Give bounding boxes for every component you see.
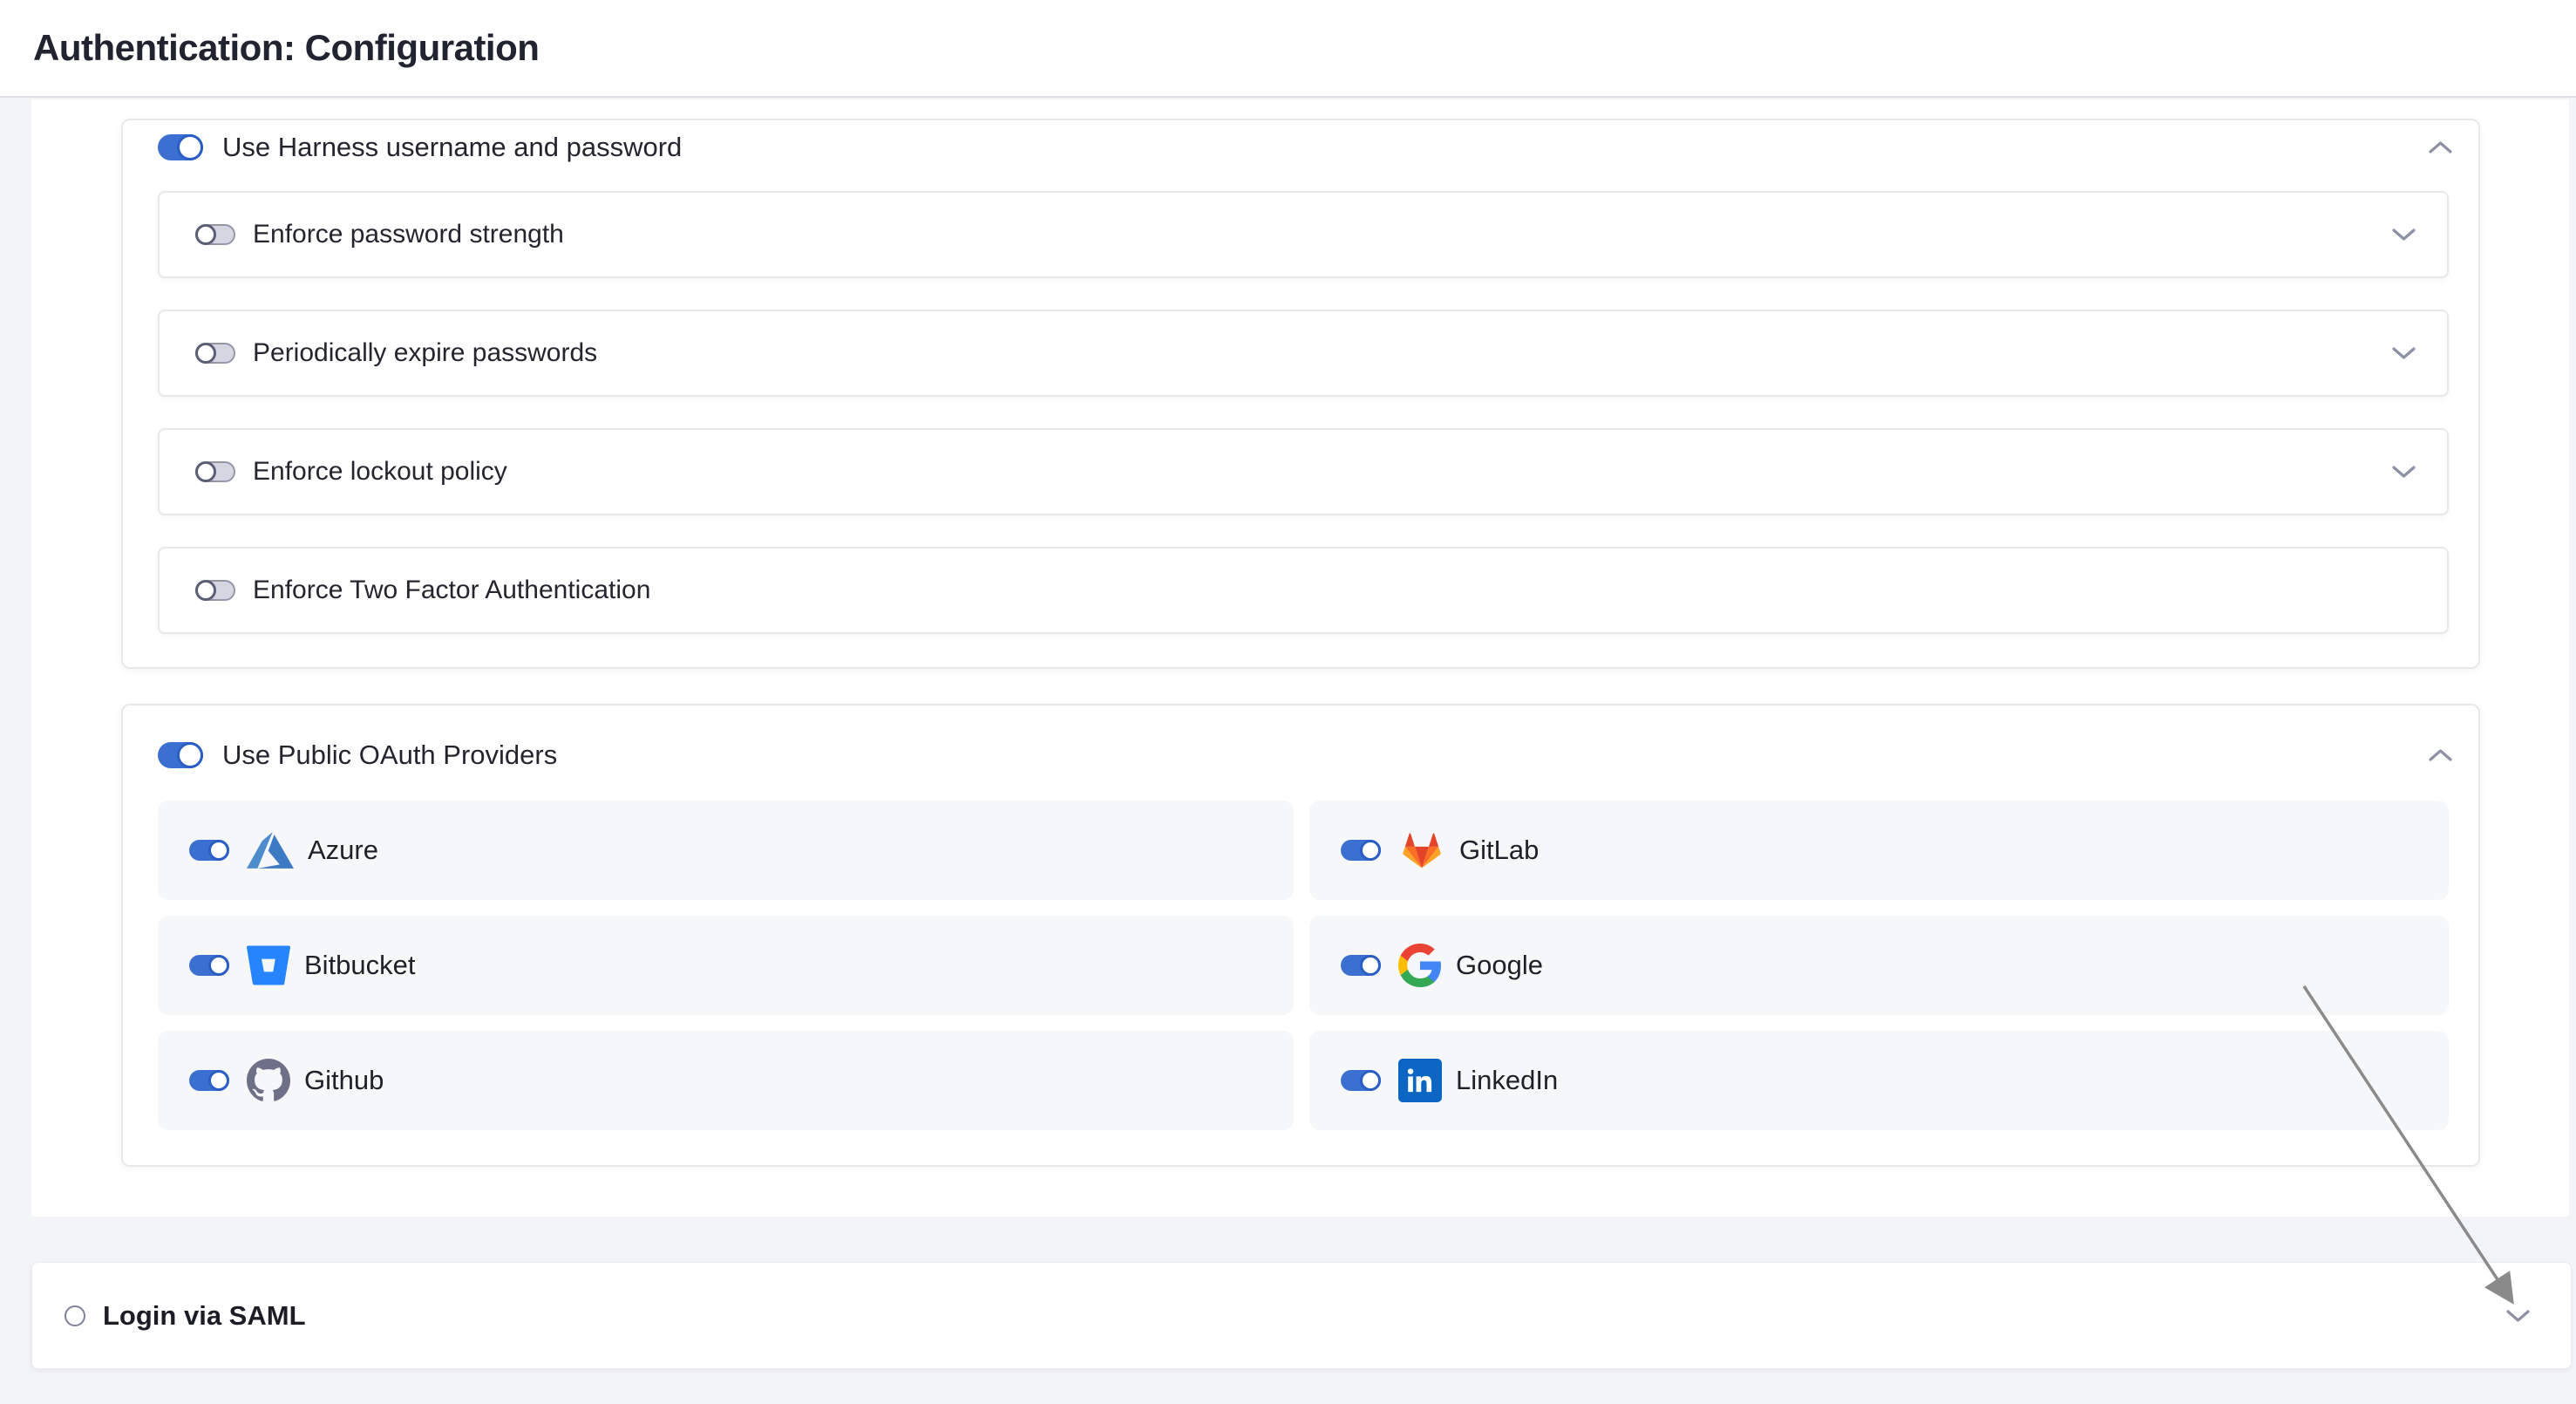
toggle-knob bbox=[177, 134, 203, 160]
auth-settings-container: Use Harness username and password Enforc… bbox=[31, 99, 2569, 1217]
password-rule-row: Enforce password strength bbox=[158, 191, 2449, 278]
toggle-knob bbox=[195, 461, 216, 482]
rule-label: Enforce password strength bbox=[253, 220, 564, 249]
gitlab-icon bbox=[1398, 828, 1445, 873]
toggle-knob bbox=[208, 840, 229, 861]
oauth-grid: Azure Bitbucket Github GitLab Google LinkedIn bbox=[158, 801, 2449, 1130]
saml-login-card: Login via SAML bbox=[31, 1262, 2572, 1369]
toggle-knob bbox=[1360, 955, 1381, 976]
rule-label: Periodically expire passwords bbox=[253, 338, 597, 368]
rule-toggle[interactable] bbox=[195, 461, 235, 482]
provider-toggle[interactable] bbox=[189, 840, 229, 861]
toggle-knob bbox=[195, 224, 216, 245]
provider-label: LinkedIn bbox=[1456, 1065, 1558, 1096]
oauth-provider-tile: LinkedIn bbox=[1309, 1031, 2449, 1130]
page-title: Authentication: Configuration bbox=[33, 27, 539, 69]
section-label: Use Harness username and password bbox=[222, 132, 682, 163]
toggle-knob bbox=[195, 343, 216, 364]
google-icon bbox=[1398, 944, 1442, 987]
provider-label: Bitbucket bbox=[304, 950, 416, 981]
chevron-down-icon[interactable] bbox=[2392, 465, 2416, 479]
oauth-provider-tile: Bitbucket bbox=[158, 916, 1294, 1015]
password-rule-row: Enforce lockout policy bbox=[158, 428, 2449, 515]
section-username-password: Use Harness username and password Enforc… bbox=[121, 119, 2480, 669]
toggle-knob bbox=[195, 580, 216, 601]
oauth-provider-tile: Azure bbox=[158, 801, 1294, 900]
rule-label: Enforce Two Factor Authentication bbox=[253, 576, 650, 605]
toggle-knob bbox=[208, 955, 229, 976]
toggle-knob bbox=[177, 742, 203, 768]
chevron-up-icon[interactable] bbox=[2429, 140, 2452, 154]
rule-label: Enforce lockout policy bbox=[253, 457, 507, 487]
chevron-up-icon[interactable] bbox=[2429, 748, 2452, 762]
linkedin-icon bbox=[1398, 1059, 1442, 1102]
provider-label: GitLab bbox=[1459, 835, 1539, 866]
section-oauth-header: Use Public OAuth Providers bbox=[158, 740, 2452, 770]
provider-toggle[interactable] bbox=[189, 955, 229, 976]
chevron-down-icon[interactable] bbox=[2506, 1309, 2530, 1323]
provider-label: Azure bbox=[308, 835, 378, 866]
rule-toggle[interactable] bbox=[195, 580, 235, 601]
provider-toggle[interactable] bbox=[1341, 1070, 1381, 1091]
provider-label: Github bbox=[304, 1065, 384, 1096]
toggle-knob bbox=[1360, 840, 1381, 861]
saml-radio-button[interactable] bbox=[65, 1305, 85, 1326]
authentication-configuration-page: Authentication: Configuration Use Harnes… bbox=[0, 0, 2576, 1404]
github-icon bbox=[247, 1059, 290, 1102]
chevron-down-icon[interactable] bbox=[2392, 346, 2416, 360]
section-username-password-header: Use Harness username and password bbox=[158, 133, 2452, 162]
toggle-knob bbox=[1360, 1070, 1381, 1091]
password-rule-row: Periodically expire passwords bbox=[158, 310, 2449, 397]
page-header: Authentication: Configuration bbox=[0, 0, 2576, 98]
chevron-down-icon[interactable] bbox=[2392, 228, 2416, 242]
rule-toggle[interactable] bbox=[195, 224, 235, 245]
saml-label: Login via SAML bbox=[103, 1300, 306, 1332]
oauth-provider-tile: Google bbox=[1309, 916, 2449, 1015]
toggle-knob bbox=[208, 1070, 229, 1091]
oauth-providers-toggle[interactable] bbox=[158, 742, 203, 768]
provider-toggle[interactable] bbox=[1341, 955, 1381, 976]
bitbucket-icon bbox=[247, 944, 290, 987]
rule-toggle[interactable] bbox=[195, 343, 235, 364]
provider-toggle[interactable] bbox=[1341, 840, 1381, 861]
azure-icon bbox=[247, 827, 294, 874]
provider-toggle[interactable] bbox=[189, 1070, 229, 1091]
username-password-toggle[interactable] bbox=[158, 134, 203, 160]
section-label: Use Public OAuth Providers bbox=[222, 739, 557, 771]
provider-label: Google bbox=[1456, 950, 1543, 981]
oauth-provider-tile: GitLab bbox=[1309, 801, 2449, 900]
section-oauth-providers: Use Public OAuth Providers Azure Bitbucke… bbox=[121, 704, 2480, 1167]
password-rule-row: Enforce Two Factor Authentication bbox=[158, 547, 2449, 634]
oauth-provider-tile: Github bbox=[158, 1031, 1294, 1130]
